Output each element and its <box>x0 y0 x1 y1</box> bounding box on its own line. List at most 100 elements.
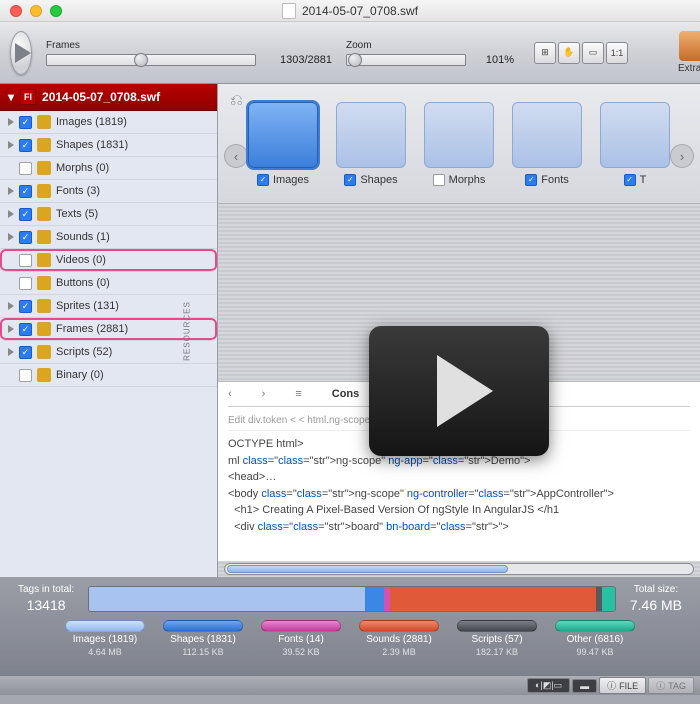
slider-thumb[interactable] <box>134 53 148 67</box>
cat-next-button[interactable]: › <box>670 144 694 168</box>
category-tile[interactable] <box>512 102 582 168</box>
legend: Images (1819)4.64 MBShapes (1831)112.15 … <box>18 620 682 657</box>
checkbox[interactable] <box>19 254 32 267</box>
nav-icon[interactable]: › <box>262 388 266 400</box>
checkbox[interactable] <box>19 323 32 336</box>
footer: Tags in total: 13418 Total size: 7.46 MB… <box>0 577 700 675</box>
checkbox[interactable] <box>19 185 32 198</box>
resource-icon <box>37 299 51 313</box>
resources-grip[interactable]: RESOURCES <box>183 301 192 361</box>
legend-label: Scripts (57) <box>471 634 522 645</box>
legend-swatch <box>359 620 439 632</box>
sidebar-item[interactable]: Binary (0) <box>0 364 217 387</box>
category-tile[interactable] <box>600 102 670 168</box>
sidebar-item[interactable]: Morphs (0) <box>0 157 217 180</box>
devtools-tab[interactable]: Cons <box>332 388 360 400</box>
disclosure-icon <box>8 210 14 218</box>
category[interactable]: Morphs <box>424 102 494 186</box>
size-segment <box>89 587 365 611</box>
checkbox[interactable] <box>433 174 445 186</box>
play-button[interactable] <box>10 31 32 75</box>
checkbox[interactable] <box>19 162 32 175</box>
slider-thumb[interactable] <box>348 53 362 67</box>
checkbox[interactable] <box>19 277 32 290</box>
legend-size: 39.52 KB <box>282 647 319 657</box>
status-dark-2[interactable]: ▬ <box>572 679 597 693</box>
legend-item: Sounds (2881) 2.39 MB <box>359 620 439 657</box>
tags-value: 13418 <box>27 596 66 614</box>
nav-icon[interactable]: ‹ <box>228 388 232 400</box>
scrollbar-thumb[interactable] <box>227 565 508 573</box>
sidebar-item[interactable]: Fonts (3) <box>0 180 217 203</box>
category-label: Morphs <box>449 174 486 186</box>
resource-icon <box>37 345 51 359</box>
status-bar: ◐|◩|▭ ▬ ⓘ FILE ⓘ TAG <box>0 675 700 695</box>
status-file[interactable]: ⓘ FILE <box>599 677 646 694</box>
view-button[interactable]: ▭ <box>582 42 604 64</box>
sidebar-item[interactable]: Images (1819) <box>0 111 217 134</box>
view-button[interactable]: ✋ <box>558 42 580 64</box>
checkbox[interactable] <box>19 346 32 359</box>
zoom-slider[interactable] <box>346 54 466 66</box>
play-overlay-icon <box>437 355 493 427</box>
view-mode-buttons: ⊞✋▭1:1 <box>534 42 628 64</box>
document-icon <box>282 3 296 19</box>
sidebar-item[interactable]: Sounds (1) <box>0 226 217 249</box>
h-scrollbar[interactable] <box>224 563 694 575</box>
titlebar: 2014-05-07_0708.swf <box>0 0 700 22</box>
sidebar-item[interactable]: Shapes (1831) <box>0 134 217 157</box>
sidebar-item[interactable]: Texts (5) <box>0 203 217 226</box>
checkbox[interactable] <box>19 231 32 244</box>
category-tile[interactable] <box>336 102 406 168</box>
status-tag[interactable]: ⓘ TAG <box>648 677 694 694</box>
toolbar: Frames 1303/2881 Zoom 101% ⊞✋▭1:1 Extrac… <box>0 22 700 84</box>
view-button[interactable]: ⊞ <box>534 42 556 64</box>
checkbox[interactable] <box>257 174 269 186</box>
close-icon[interactable] <box>10 5 22 17</box>
legend-label: Sounds (2881) <box>366 634 432 645</box>
checkbox[interactable] <box>19 208 32 221</box>
sidebar-item[interactable]: Buttons (0) <box>0 272 217 295</box>
sidebar-item-label: Sprites (131) <box>56 300 119 312</box>
resource-icon <box>37 184 51 198</box>
category-bar: ⎌ ‹ › Images Shapes Morphs Fonts T <box>218 84 700 204</box>
checkbox[interactable] <box>19 300 32 313</box>
undo-icon[interactable]: ⎌ <box>230 92 243 110</box>
size-segment <box>365 587 384 611</box>
category[interactable]: Images <box>248 102 318 186</box>
legend-swatch <box>555 620 635 632</box>
category[interactable]: Fonts <box>512 102 582 186</box>
sidebar-item-label: Texts (5) <box>56 208 98 220</box>
nav-icon[interactable]: ≡ <box>295 388 301 400</box>
legend-item: Other (6816)99.47 KB <box>555 620 635 657</box>
category[interactable]: T <box>600 102 670 186</box>
checkbox[interactable] <box>19 139 32 152</box>
sidebar-item-label: Morphs (0) <box>56 162 109 174</box>
legend-size: 4.64 MB <box>88 647 122 657</box>
checkbox[interactable] <box>19 369 32 382</box>
category[interactable]: Shapes <box>336 102 406 186</box>
player-overlay[interactable] <box>369 326 549 456</box>
view-button[interactable]: 1:1 <box>606 42 628 64</box>
frames-slider[interactable] <box>46 54 256 66</box>
checkbox[interactable] <box>624 174 636 186</box>
checkbox[interactable] <box>344 174 356 186</box>
category-tile[interactable] <box>248 102 318 168</box>
cat-prev-button[interactable]: ‹ <box>224 144 248 168</box>
minimize-icon[interactable] <box>30 5 42 17</box>
checkbox[interactable] <box>19 116 32 129</box>
status-dark-1[interactable]: ◐|◩|▭ <box>527 678 570 693</box>
category-label: Fonts <box>541 174 569 186</box>
disclosure-icon <box>8 233 14 241</box>
sidebar-item-label: Scripts (52) <box>56 346 112 358</box>
extract-button[interactable]: Extract <box>678 31 700 74</box>
legend-size: 2.39 MB <box>382 647 416 657</box>
disclosure-icon <box>8 302 14 310</box>
checkbox[interactable] <box>525 174 537 186</box>
sidebar-item-label: Images (1819) <box>56 116 127 128</box>
legend-label: Fonts (14) <box>278 634 324 645</box>
zoom-icon[interactable] <box>50 5 62 17</box>
sidebar-item[interactable]: Videos (0) <box>0 249 217 272</box>
sidebar-header[interactable]: ▾ Fl 2014-05-07_0708.swf <box>0 84 217 111</box>
category-tile[interactable] <box>424 102 494 168</box>
